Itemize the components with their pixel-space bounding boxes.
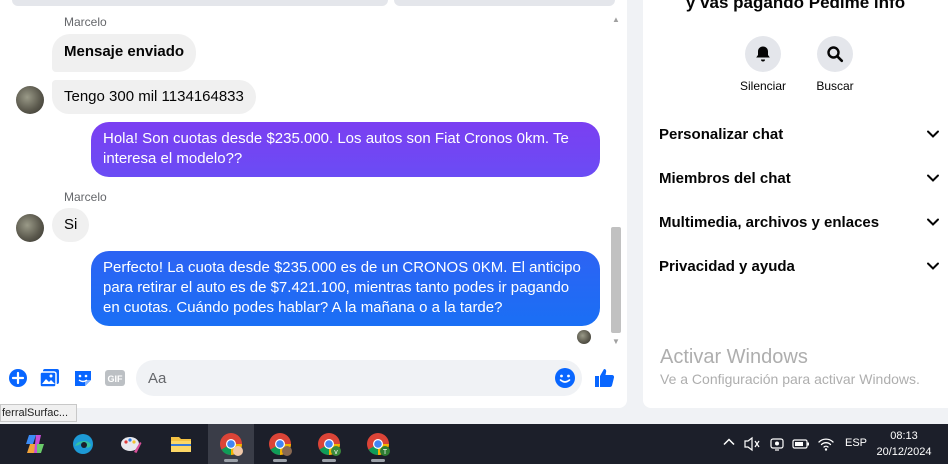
- active-indicator: [224, 459, 238, 462]
- mute-label: Silenciar: [739, 79, 787, 93]
- search-icon[interactable]: [817, 36, 853, 72]
- section-chat-members[interactable]: Miembros del chat: [643, 156, 948, 200]
- top-strips: [0, 0, 627, 8]
- contact-avatar[interactable]: [16, 214, 44, 242]
- file-explorer-icon[interactable]: [158, 424, 204, 464]
- chrome-profile-t-icon[interactable]: T: [355, 424, 401, 464]
- watermark-subtitle: Ve a Configuración para activar Windows.: [660, 371, 920, 387]
- chat-scrollbar[interactable]: ▲ ▼: [608, 14, 624, 348]
- chevron-down-icon: [927, 174, 939, 182]
- scroll-up-icon[interactable]: ▲: [612, 16, 620, 24]
- sender-name: Marcelo: [64, 190, 107, 204]
- running-indicator: [371, 459, 385, 462]
- clock-date: 20/12/2024: [876, 446, 932, 458]
- bell-icon[interactable]: [745, 36, 781, 72]
- clock-time: 08:13: [890, 430, 918, 442]
- section-media-files-links[interactable]: Multimedia, archivos y enlaces: [643, 200, 948, 244]
- section-customize-chat[interactable]: Personalizar chat: [643, 112, 948, 156]
- like-icon[interactable]: [592, 366, 616, 390]
- outgoing-message[interactable]: Hola! Son cuotas desde $235.000. Los aut…: [91, 122, 600, 177]
- photo-icon[interactable]: [38, 366, 62, 390]
- section-label: Privacidad y ayuda: [659, 257, 795, 275]
- chevron-down-icon: [927, 130, 939, 138]
- chrome-icon[interactable]: [208, 424, 254, 464]
- section-label: Multimedia, archivos y enlaces: [659, 213, 880, 231]
- chevron-down-icon: [927, 262, 939, 270]
- search-label: Buscar: [816, 79, 854, 93]
- edge-icon[interactable]: [60, 424, 106, 464]
- header-strip-right: [394, 0, 615, 6]
- chevron-down-icon: [927, 218, 939, 226]
- running-indicator: [322, 459, 336, 462]
- sticker-icon[interactable]: [71, 366, 95, 390]
- incoming-message[interactable]: Si: [52, 208, 90, 242]
- message-input-box[interactable]: [136, 360, 582, 396]
- section-privacy-help[interactable]: Privacidad y ayuda: [643, 244, 948, 288]
- plus-icon[interactable]: [6, 366, 30, 390]
- sender-name: Marcelo: [64, 15, 107, 29]
- emoji-icon[interactable]: [554, 367, 576, 389]
- paint-icon[interactable]: [108, 424, 154, 464]
- chevron-up-icon[interactable]: [720, 435, 738, 453]
- seen-avatar: [577, 330, 591, 344]
- incoming-message[interactable]: Tengo 300 mil 1134164833: [52, 80, 256, 114]
- incoming-message[interactable]: Mensaje enviado: [52, 34, 197, 72]
- wifi-icon[interactable]: [817, 435, 835, 453]
- camera-icon[interactable]: [768, 435, 786, 453]
- chat-panel: Marcelo Mensaje enviado Tengo 300 mil 11…: [0, 0, 627, 408]
- section-label: Miembros del chat: [659, 169, 791, 187]
- mute-action[interactable]: Silenciar: [733, 36, 793, 93]
- scroll-down-icon[interactable]: ▼: [612, 338, 620, 346]
- running-indicator: [273, 459, 287, 462]
- contact-avatar[interactable]: [16, 86, 44, 114]
- chrome-profile-icon[interactable]: [257, 424, 303, 464]
- chrome-profile-v-icon[interactable]: v: [306, 424, 352, 464]
- section-label: Personalizar chat: [659, 125, 784, 143]
- header-strip-left: [12, 0, 388, 6]
- outgoing-message[interactable]: Perfecto! La cuota desde $235.000 es de …: [91, 251, 600, 326]
- taskbar: v T ESP 08:13 20/12/2024: [0, 424, 948, 464]
- svg-text:v: v: [334, 449, 338, 456]
- system-clock[interactable]: 08:13 20/12/2024: [872, 428, 936, 460]
- copilot-icon[interactable]: [12, 424, 58, 464]
- search-action[interactable]: Buscar: [805, 36, 865, 93]
- microphone-muted-icon[interactable]: [743, 435, 761, 453]
- gif-icon[interactable]: GIF: [103, 366, 127, 390]
- chat-title: y vas pagando Pedime info: [685, 0, 906, 12]
- language-indicator[interactable]: ESP: [845, 437, 867, 449]
- taskbar-tooltip: ferralSurfac...: [0, 404, 77, 422]
- svg-text:GIF: GIF: [108, 374, 124, 384]
- svg-text:T: T: [383, 449, 388, 456]
- battery-icon[interactable]: [792, 435, 810, 453]
- activate-windows-watermark: Activar Windows Ve a Configuración para …: [660, 346, 920, 387]
- message-input[interactable]: [148, 360, 548, 396]
- watermark-title: Activar Windows: [660, 346, 808, 368]
- scroll-thumb[interactable]: [611, 227, 621, 333]
